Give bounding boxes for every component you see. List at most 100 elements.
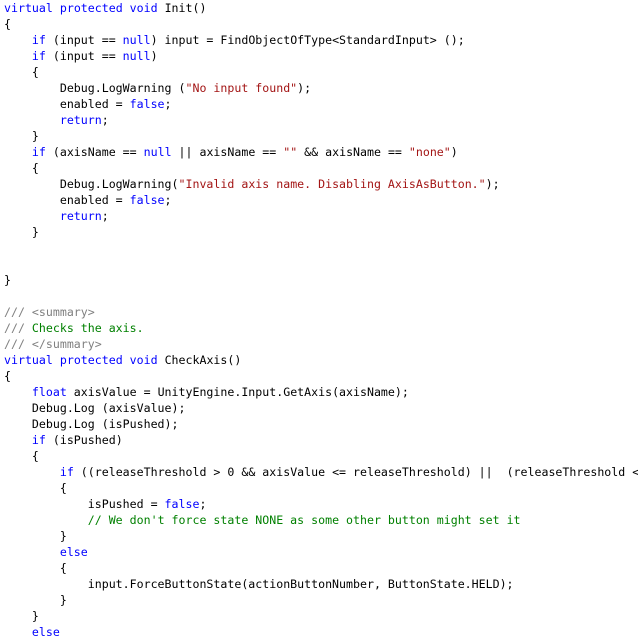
code-line[interactable]: } bbox=[4, 224, 638, 240]
keyword-token: return bbox=[59, 113, 102, 127]
code-line[interactable]: } bbox=[4, 528, 638, 544]
code-token: ) input = FindObjectOfType<StandardInput… bbox=[150, 33, 465, 47]
code-line[interactable]: isPushed = false; bbox=[4, 496, 638, 512]
code-token: Debug.Log (isPushed); bbox=[4, 417, 179, 431]
code-line[interactable]: /// </summary> bbox=[4, 336, 638, 352]
doc-comment-token: /// </summary> bbox=[4, 337, 102, 351]
code-line[interactable]: if (input == null) input = FindObjectOfT… bbox=[4, 32, 638, 48]
string-token: "Invalid axis name. Disabling AxisAsButt… bbox=[178, 177, 486, 191]
code-line[interactable]: { bbox=[4, 160, 638, 176]
code-token: } bbox=[4, 129, 39, 143]
keyword-token: protected bbox=[59, 353, 123, 367]
keyword-token: false bbox=[129, 193, 165, 207]
code-token: ); bbox=[485, 177, 500, 191]
keyword-token: false bbox=[164, 497, 200, 511]
code-line[interactable]: /// <summary> bbox=[4, 304, 638, 320]
keyword-token: virtual bbox=[4, 353, 53, 367]
code-token: ; bbox=[101, 209, 109, 223]
code-line[interactable]: { bbox=[4, 480, 638, 496]
string-token: "none" bbox=[408, 145, 451, 159]
keyword-token: if bbox=[59, 465, 74, 479]
code-line[interactable]: /// Checks the axis. bbox=[4, 320, 638, 336]
code-editor[interactable]: virtual protected void Init(){ if (input… bbox=[4, 0, 638, 640]
keyword-token: void bbox=[129, 1, 158, 15]
code-token: ((releaseThreshold > 0 && axisValue <= r… bbox=[80, 465, 638, 479]
code-line[interactable]: Debug.LogWarning ("No input found"); bbox=[4, 80, 638, 96]
keyword-token: else bbox=[31, 625, 60, 639]
keyword-token: if bbox=[31, 49, 46, 63]
code-token: } bbox=[4, 529, 67, 543]
code-line[interactable]: virtual protected void CheckAxis() bbox=[4, 352, 638, 368]
code-line[interactable]: if (isPushed) bbox=[4, 432, 638, 448]
code-token: Init() bbox=[157, 1, 207, 15]
keyword-token: false bbox=[129, 97, 165, 111]
code-token: ) bbox=[150, 49, 158, 63]
code-token: || axisName == bbox=[171, 145, 284, 159]
comment-token: // We don't force state NONE as some oth… bbox=[87, 513, 521, 527]
code-token: && axisName == bbox=[297, 145, 409, 159]
keyword-token: protected bbox=[59, 1, 123, 15]
code-token: CheckAxis() bbox=[157, 353, 242, 367]
code-token: ; bbox=[164, 193, 172, 207]
code-line[interactable] bbox=[4, 256, 638, 272]
code-line[interactable]: { bbox=[4, 448, 638, 464]
code-token: ; bbox=[101, 113, 109, 127]
keyword-token: else bbox=[59, 545, 88, 559]
code-line[interactable]: { bbox=[4, 64, 638, 80]
code-line[interactable]: Debug.Log (isPushed); bbox=[4, 416, 638, 432]
code-line[interactable]: virtual protected void Init() bbox=[4, 0, 638, 16]
code-token: (input == bbox=[45, 33, 123, 47]
code-token: ) bbox=[450, 145, 458, 159]
code-token: Debug.LogWarning ( bbox=[4, 81, 186, 95]
code-line[interactable]: } bbox=[4, 592, 638, 608]
keyword-token: if bbox=[31, 433, 46, 447]
code-token: { bbox=[4, 449, 39, 463]
code-line[interactable]: } bbox=[4, 128, 638, 144]
code-token: } bbox=[4, 609, 39, 623]
code-line[interactable]: if ((releaseThreshold > 0 && axisValue <… bbox=[4, 464, 638, 480]
code-line[interactable]: { bbox=[4, 16, 638, 32]
code-line[interactable]: enabled = false; bbox=[4, 192, 638, 208]
code-token: isPushed = bbox=[4, 497, 165, 511]
code-line[interactable]: Debug.LogWarning("Invalid axis name. Dis… bbox=[4, 176, 638, 192]
code-line[interactable] bbox=[4, 288, 638, 304]
code-line[interactable]: if (input == null) bbox=[4, 48, 638, 64]
keyword-token: if bbox=[31, 33, 46, 47]
comment-token: Checks the axis. bbox=[31, 321, 144, 335]
code-line[interactable]: enabled = false; bbox=[4, 96, 638, 112]
code-token: ; bbox=[199, 497, 207, 511]
code-token: } bbox=[4, 593, 67, 607]
keyword-token: if bbox=[31, 145, 46, 159]
keyword-token: null bbox=[122, 49, 151, 63]
code-line[interactable]: if (axisName == null || axisName == "" &… bbox=[4, 144, 638, 160]
code-line[interactable]: input.ForceButtonState(actionButtonNumbe… bbox=[4, 576, 638, 592]
doc-comment-token: /// <summary> bbox=[4, 305, 95, 319]
code-line[interactable] bbox=[4, 240, 638, 256]
code-token: } bbox=[4, 273, 11, 287]
code-line[interactable]: // We don't force state NONE as some oth… bbox=[4, 512, 638, 528]
code-line[interactable]: } bbox=[4, 272, 638, 288]
keyword-token: float bbox=[31, 385, 67, 399]
keyword-token: return bbox=[59, 209, 102, 223]
code-line[interactable]: Debug.Log (axisValue); bbox=[4, 400, 638, 416]
code-line[interactable]: float axisValue = UnityEngine.Input.GetA… bbox=[4, 384, 638, 400]
string-token: "" bbox=[283, 145, 298, 159]
code-line[interactable]: return; bbox=[4, 208, 638, 224]
code-token: (isPushed) bbox=[45, 433, 123, 447]
code-token: input.ForceButtonState(actionButtonNumbe… bbox=[4, 577, 514, 591]
code-line[interactable]: } bbox=[4, 608, 638, 624]
code-token: Debug.Log (axisValue); bbox=[4, 401, 186, 415]
code-line[interactable]: else bbox=[4, 544, 638, 560]
code-line[interactable]: return; bbox=[4, 112, 638, 128]
code-token: { bbox=[4, 161, 39, 175]
code-line[interactable]: { bbox=[4, 560, 638, 576]
code-line[interactable]: { bbox=[4, 368, 638, 384]
